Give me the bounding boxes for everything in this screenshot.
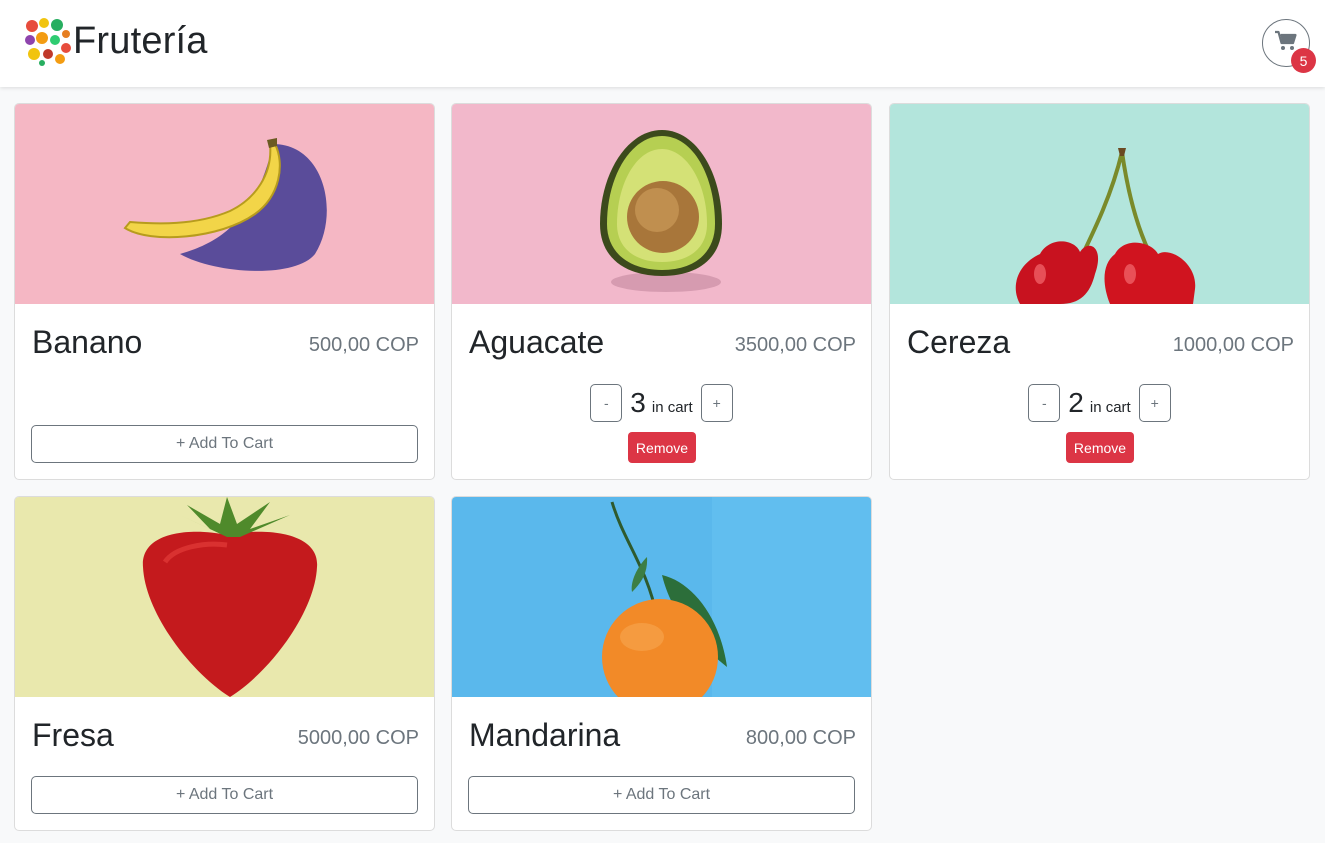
product-name: Cereza bbox=[907, 324, 1011, 360]
decrease-quantity-button[interactable]: - bbox=[1028, 384, 1061, 422]
product-card-mandarina: Mandarina 800,00 COP + Add To Cart bbox=[451, 496, 872, 831]
add-to-cart-button[interactable]: + Add To Cart bbox=[31, 776, 418, 814]
decrease-quantity-button[interactable]: - bbox=[590, 384, 623, 422]
product-price: 800,00 COP bbox=[745, 727, 856, 749]
avocado-image bbox=[452, 104, 871, 304]
product-card-banano: Banano 500,00 COP + Add To Cart bbox=[14, 103, 435, 480]
quantity-stepper: - 2 in cart + bbox=[890, 384, 1309, 422]
in-cart-label: in cart bbox=[651, 399, 693, 416]
strawberry-image bbox=[15, 497, 434, 697]
quantity-display: 2 in cart bbox=[1068, 387, 1130, 419]
product-price: 3500,00 COP bbox=[734, 334, 856, 356]
product-price: 500,00 COP bbox=[308, 334, 419, 356]
mandarin-image bbox=[452, 497, 871, 697]
product-name: Banano bbox=[32, 324, 143, 360]
increase-quantity-button[interactable]: + bbox=[700, 384, 733, 422]
banana-image bbox=[15, 104, 434, 304]
brand[interactable]: Frutería bbox=[22, 15, 208, 67]
navbar: Frutería 5 bbox=[0, 0, 1325, 87]
remove-button[interactable]: Remove bbox=[1066, 432, 1134, 463]
in-cart-label: in cart bbox=[1089, 399, 1131, 416]
cherry-image bbox=[890, 104, 1309, 304]
product-card-cereza: Cereza 1000,00 COP - 2 in cart + Remove bbox=[889, 103, 1310, 480]
quantity-stepper: - 3 in cart + bbox=[452, 384, 871, 422]
product-price: 5000,00 COP bbox=[297, 727, 419, 749]
add-to-cart-button[interactable]: + Add To Cart bbox=[468, 776, 855, 814]
quantity-value: 3 bbox=[630, 387, 646, 418]
product-name: Mandarina bbox=[469, 717, 621, 753]
quantity-value: 2 bbox=[1068, 387, 1084, 418]
brand-name: Frutería bbox=[73, 19, 208, 62]
product-name: Aguacate bbox=[469, 324, 605, 360]
remove-button[interactable]: Remove bbox=[628, 432, 696, 463]
fruit-logo-icon bbox=[22, 16, 72, 66]
product-card-fresa: Fresa 5000,00 COP + Add To Cart bbox=[14, 496, 435, 831]
product-name: Fresa bbox=[32, 717, 114, 753]
product-card-aguacate: Aguacate 3500,00 COP - 3 in cart + Remov… bbox=[451, 103, 872, 480]
product-price: 1000,00 COP bbox=[1172, 334, 1294, 356]
quantity-display: 3 in cart bbox=[630, 387, 692, 419]
increase-quantity-button[interactable]: + bbox=[1138, 384, 1171, 422]
add-to-cart-button[interactable]: + Add To Cart bbox=[31, 425, 418, 463]
cart-count-badge: 5 bbox=[1291, 48, 1316, 73]
